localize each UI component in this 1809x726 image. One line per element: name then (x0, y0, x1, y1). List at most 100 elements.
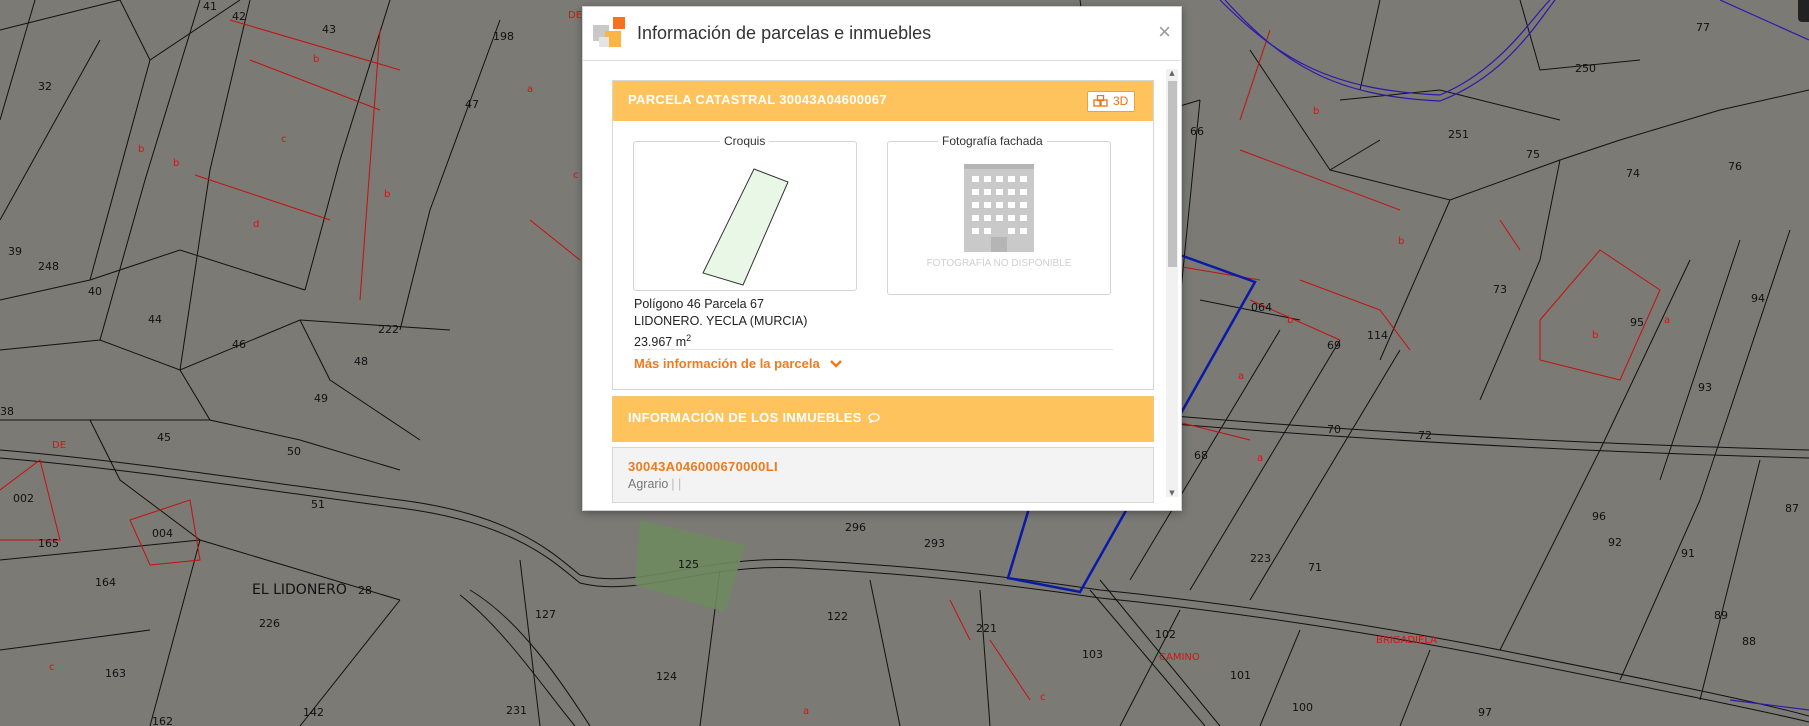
svg-text:b: b (1398, 236, 1404, 247)
svg-text:94: 94 (1751, 292, 1765, 305)
svg-text:162: 162 (152, 715, 173, 726)
svg-text:46: 46 (232, 338, 246, 351)
parcel-info-modal: Información de parcelas e inmuebles × ▲ … (582, 6, 1182, 511)
svg-text:32: 32 (38, 80, 52, 93)
svg-text:b: b (138, 144, 144, 155)
svg-text:88: 88 (1742, 635, 1756, 648)
inmuebles-title-text: INFORMACIÓN DE LOS INMUEBLES (628, 410, 862, 425)
svg-text:103: 103 (1082, 648, 1103, 661)
svg-text:b: b (1313, 106, 1319, 117)
close-button[interactable]: × (1158, 19, 1171, 45)
chevron-down-icon[interactable] (829, 359, 843, 369)
modal-scrollbar[interactable]: ▲ ▼ (1166, 69, 1178, 497)
svg-text:92: 92 (1608, 536, 1622, 549)
svg-text:125: 125 (678, 558, 699, 571)
scroll-thumb[interactable] (1168, 81, 1177, 267)
svg-text:EL LIDONERO: EL LIDONERO (252, 582, 347, 598)
more-parcel-info-link[interactable]: Más información de la parcela (634, 356, 820, 371)
svg-text:39: 39 (8, 245, 22, 258)
svg-text:a: a (1257, 453, 1263, 464)
svg-text:43: 43 (322, 23, 336, 36)
svg-text:68: 68 (1194, 449, 1208, 462)
croquis-label: Croquis (720, 134, 770, 148)
svg-text:89: 89 (1714, 609, 1728, 622)
photo-unavailable-text: FOTOGRAFÍA NO DISPONIBLE (926, 258, 1072, 269)
building-icon (964, 164, 1034, 252)
scroll-down-icon[interactable]: ▼ (1168, 489, 1176, 497)
view-3d-button[interactable]: 3D (1087, 91, 1135, 112)
svg-text:c: c (573, 170, 579, 181)
svg-text:a: a (1664, 315, 1670, 326)
svg-text:b: b (173, 158, 179, 169)
svg-text:75: 75 (1526, 148, 1540, 161)
svg-text:d: d (253, 219, 259, 230)
inmueble-use-text: Agrario (628, 477, 669, 491)
parcel-area: 23.967 m (634, 335, 687, 350)
parcel-sketch[interactable] (634, 142, 856, 290)
svg-text:77: 77 (1696, 21, 1710, 34)
svg-text:102: 102 (1155, 628, 1176, 641)
svg-text:76: 76 (1728, 160, 1742, 173)
svg-text:66: 66 (1190, 125, 1204, 138)
svg-text:293: 293 (924, 537, 945, 550)
svg-text:93: 93 (1698, 381, 1712, 394)
svg-text:91: 91 (1681, 547, 1695, 560)
svg-text:28: 28 (358, 584, 372, 597)
svg-text:122: 122 (827, 610, 848, 623)
svg-text:101: 101 (1230, 669, 1251, 682)
svg-text:70: 70 (1327, 423, 1341, 436)
svg-text:124: 124 (656, 670, 677, 683)
svg-text:223: 223 (1250, 552, 1271, 565)
svg-text:72: 72 (1418, 429, 1432, 442)
svg-text:c: c (1040, 692, 1046, 703)
svg-text:296: 296 (845, 521, 866, 534)
svg-text:38: 38 (0, 405, 14, 418)
croquis-box: Croquis (633, 134, 857, 291)
svg-text:127: 127 (535, 608, 556, 621)
scroll-up-icon[interactable]: ▲ (1168, 69, 1176, 77)
svg-text:71: 71 (1308, 561, 1322, 574)
svg-text:b: b (313, 54, 319, 65)
svg-text:114: 114 (1367, 329, 1388, 342)
svg-text:248: 248 (38, 260, 59, 273)
parcela-title: PARCELA CATASTRAL 30043A04600067 (628, 92, 887, 107)
view-3d-label: 3D (1113, 94, 1129, 108)
svg-text:a: a (803, 706, 809, 717)
svg-text:BRIGADIELA: BRIGADIELA (1376, 635, 1437, 646)
svg-text:42: 42 (232, 10, 246, 23)
cubes-icon (1093, 95, 1108, 107)
parcel-polygon-line: Polígono 46 Parcela 67 (634, 297, 764, 311)
svg-text:45: 45 (157, 431, 171, 444)
corner-tab[interactable] (1798, 0, 1809, 22)
svg-text:40: 40 (88, 285, 102, 298)
svg-text:49: 49 (314, 392, 328, 405)
inmueble-use-separator: | | (671, 477, 682, 491)
inmueble-reference-link[interactable]: 30043A046000670000LI (628, 459, 778, 474)
svg-text:73: 73 (1493, 283, 1507, 296)
svg-text:97: 97 (1478, 706, 1492, 719)
modal-title: Información de parcelas e inmuebles (637, 23, 932, 43)
svg-text:226: 226 (259, 617, 280, 630)
svg-text:100: 100 (1292, 701, 1313, 714)
svg-text:004: 004 (152, 527, 173, 540)
svg-text:95: 95 (1630, 316, 1644, 329)
inmuebles-header[interactable]: INFORMACIÓN DE LOS INMUEBLES (612, 396, 1154, 442)
svg-text:b: b (1287, 315, 1293, 326)
svg-text:48: 48 (354, 355, 368, 368)
svg-text:163: 163 (105, 667, 126, 680)
svg-text:198: 198 (493, 30, 514, 43)
svg-text:142: 142 (303, 706, 324, 719)
speech-bubble-icon (868, 413, 880, 424)
svg-text:CAMINO: CAMINO (1159, 652, 1200, 663)
parcela-card-header: PARCELA CATASTRAL 30043A04600067 3D (613, 81, 1153, 121)
svg-text:47: 47 (465, 98, 479, 111)
svg-text:87: 87 (1785, 502, 1799, 515)
svg-text:002: 002 (13, 492, 34, 505)
svg-text:165: 165 (38, 537, 59, 550)
inmueble-item[interactable]: 30043A046000670000LI Agrario | | (612, 447, 1154, 503)
svg-text:DE: DE (52, 440, 66, 451)
svg-text:41: 41 (203, 0, 217, 13)
svg-text:DE: DE (568, 10, 582, 21)
svg-text:c: c (49, 662, 55, 673)
svg-text:a: a (1238, 371, 1244, 382)
